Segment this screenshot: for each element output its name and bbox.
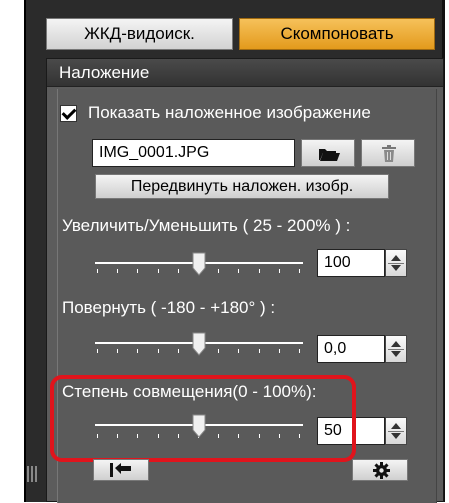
slider-tick bbox=[97, 269, 98, 273]
slider-tick bbox=[258, 349, 260, 353]
slider-tick bbox=[278, 349, 280, 353]
slider-tick bbox=[157, 349, 159, 353]
decrement-icon bbox=[391, 265, 401, 271]
slider-tick bbox=[97, 349, 98, 353]
slider-tick bbox=[137, 349, 139, 353]
show-overlay-label: Показать наложенное изображение bbox=[88, 103, 371, 122]
slider-tick bbox=[218, 269, 220, 273]
overlay-filename-field[interactable]: IMG_0001.JPG bbox=[92, 139, 295, 167]
blend-spinner[interactable] bbox=[385, 417, 407, 445]
rotate-label: Повернуть ( -180 - +180° ) : bbox=[62, 298, 276, 317]
slider-thumb[interactable] bbox=[192, 252, 206, 276]
slider-tick bbox=[218, 434, 220, 438]
slider-tick bbox=[137, 269, 139, 273]
slider-tick bbox=[177, 434, 179, 438]
left-margin bbox=[0, 0, 24, 502]
slider-tick bbox=[117, 269, 119, 273]
slider-tick bbox=[157, 269, 159, 273]
divider bbox=[388, 431, 404, 432]
slider-tick bbox=[157, 434, 159, 438]
increment-icon bbox=[391, 341, 401, 347]
zoom-spinner[interactable] bbox=[385, 249, 407, 277]
slider-tick bbox=[298, 349, 300, 353]
delete-file-button[interactable] bbox=[361, 139, 415, 167]
zoom-value-input[interactable]: 100 bbox=[317, 249, 385, 277]
rotate-value-input[interactable]: 0,0 bbox=[317, 335, 385, 363]
tab-lcd-viewfinder[interactable]: ЖКД-видоиск. bbox=[46, 18, 233, 50]
zoom-label: Увеличить/Уменьшить ( 25 - 200% ) : bbox=[62, 216, 351, 235]
show-overlay-checkbox[interactable] bbox=[60, 105, 77, 122]
slider-thumb[interactable] bbox=[192, 414, 206, 438]
trash-icon bbox=[381, 145, 397, 168]
grip-line bbox=[35, 466, 37, 482]
slider-tick bbox=[218, 349, 220, 353]
slider-tick bbox=[298, 269, 300, 273]
slider-tick bbox=[117, 434, 119, 438]
tab-compose[interactable]: Скомпоновать bbox=[239, 18, 435, 50]
reset-button[interactable] bbox=[93, 459, 149, 481]
increment-icon bbox=[391, 255, 401, 261]
divider bbox=[388, 263, 404, 264]
rotate-spinner[interactable] bbox=[385, 335, 407, 363]
slider-tick bbox=[298, 434, 300, 438]
resize-grip[interactable] bbox=[27, 466, 37, 482]
slider-tick bbox=[238, 269, 240, 273]
divider bbox=[388, 349, 404, 350]
slider-thumb[interactable] bbox=[192, 332, 206, 356]
slider-tick bbox=[278, 434, 280, 438]
open-file-button[interactable] bbox=[301, 139, 355, 167]
gear-icon bbox=[373, 462, 390, 484]
slider-tick bbox=[137, 434, 139, 438]
increment-icon bbox=[391, 423, 401, 429]
slider-tick bbox=[258, 434, 260, 438]
folder-open-icon bbox=[318, 146, 340, 167]
grip-line bbox=[31, 466, 33, 482]
grip-line bbox=[27, 466, 29, 482]
decrement-icon bbox=[391, 351, 401, 357]
slider-tick bbox=[258, 269, 260, 273]
slider-tick bbox=[238, 434, 240, 438]
slider-tick bbox=[177, 269, 179, 273]
slider-tick bbox=[117, 349, 119, 353]
slider-tick bbox=[238, 349, 240, 353]
reset-arrow-icon bbox=[110, 463, 132, 482]
slider-tick bbox=[278, 269, 280, 273]
move-overlay-button[interactable]: Передвинуть наложен. изобр. bbox=[95, 174, 389, 199]
decrement-icon bbox=[391, 433, 401, 439]
settings-button[interactable] bbox=[352, 459, 408, 481]
slider-tick bbox=[97, 434, 98, 438]
section-title: Наложение bbox=[47, 59, 443, 87]
slider-tick bbox=[177, 349, 179, 353]
